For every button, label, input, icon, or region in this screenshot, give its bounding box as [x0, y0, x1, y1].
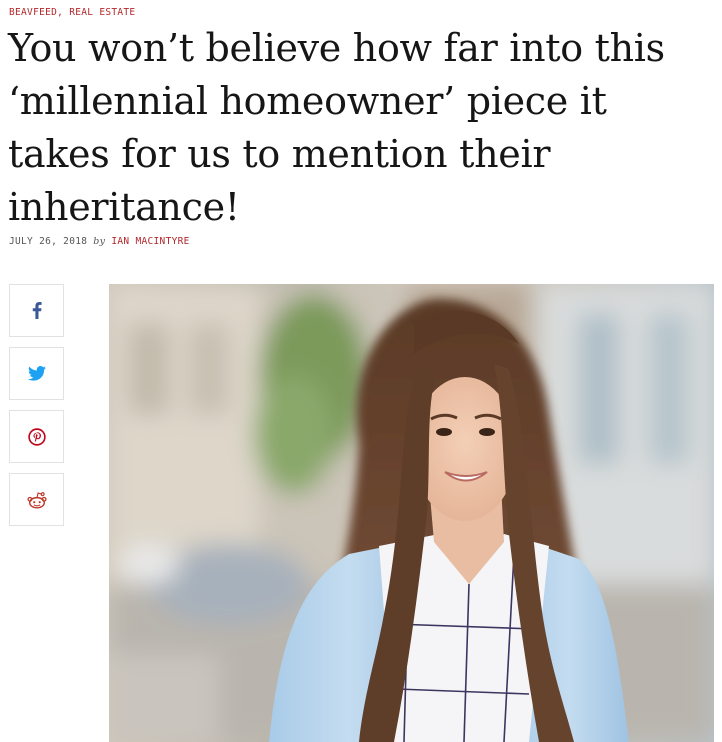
- right-eye: [479, 428, 495, 436]
- share-pinterest-button[interactable]: [9, 410, 64, 463]
- category-link-real-estate[interactable]: REAL ESTATE: [69, 7, 135, 18]
- hero-photo: [109, 284, 714, 742]
- share-reddit-button[interactable]: [9, 473, 64, 526]
- reddit-icon: [26, 491, 47, 509]
- pinterest-icon: [27, 427, 46, 446]
- article-title: You won’t believe how far into this ‘mil…: [8, 26, 665, 229]
- article-hero-image: [109, 284, 714, 742]
- author-link[interactable]: IAN MACINTYRE: [111, 236, 189, 247]
- twitter-icon: [27, 366, 46, 381]
- article-categories: BEAVFEED, REAL ESTATE: [9, 7, 135, 18]
- left-eye: [436, 428, 452, 436]
- share-facebook-button[interactable]: [9, 284, 64, 337]
- article-byline: JULY 26, 2018 by IAN MACINTYRE: [9, 236, 190, 247]
- publish-date: JULY 26, 2018: [9, 236, 88, 247]
- share-twitter-button[interactable]: [9, 347, 64, 400]
- facebook-icon: [32, 302, 42, 319]
- category-separator: ,: [57, 7, 64, 18]
- category-link-beavfeed[interactable]: BEAVFEED: [9, 7, 57, 18]
- by-label: by: [93, 236, 106, 247]
